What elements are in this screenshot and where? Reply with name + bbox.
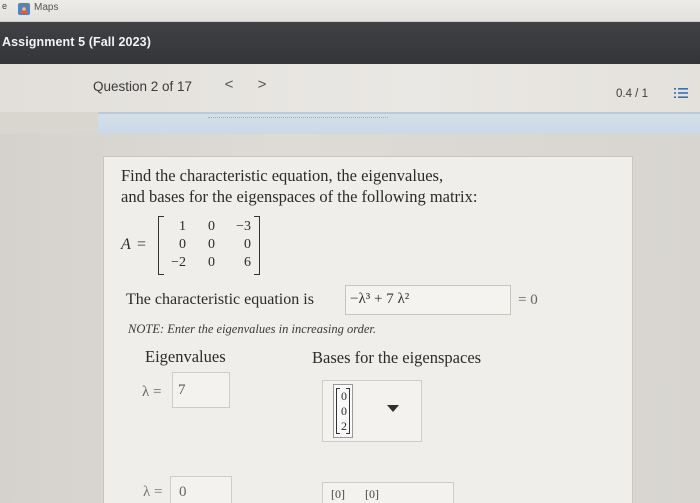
next-question-button[interactable]: > bbox=[252, 76, 272, 93]
matrix-cell: 6 bbox=[244, 255, 251, 270]
matrix-cell: 0 bbox=[179, 237, 186, 252]
characteristic-equation-input[interactable]: −λ³ + 7 λ² bbox=[345, 285, 511, 315]
bookmark-item-partial[interactable]: e bbox=[2, 1, 7, 11]
assignment-header: Assignment 5 (Fall 2023) bbox=[0, 22, 700, 64]
assignment-title: Assignment 5 (Fall 2023) bbox=[2, 35, 151, 49]
matrix-cell: 1 bbox=[179, 219, 186, 234]
matrix-cell: −2 bbox=[171, 255, 186, 270]
basis-select-1[interactable]: 0 0 2 bbox=[322, 380, 422, 442]
lambda-label: λ = bbox=[143, 484, 163, 500]
matrix-label: A bbox=[121, 236, 131, 253]
basis-vector[interactable]: 0 0 2 bbox=[333, 384, 353, 438]
question-list-icon[interactable] bbox=[674, 87, 688, 99]
matrix: 1 0 −3 0 0 0 −2 0 6 bbox=[158, 216, 260, 275]
vector-cell: 0 bbox=[341, 389, 347, 403]
problem-text-line1: Find the characteristic equation, the ei… bbox=[121, 166, 444, 185]
note-text: NOTE: Enter the eigenvalues in increasin… bbox=[128, 322, 376, 336]
lambda-label: λ = bbox=[142, 384, 162, 400]
vector-cell: 2 bbox=[341, 419, 347, 433]
matrix-cell: 0 bbox=[208, 237, 215, 252]
dropdown-arrow-icon[interactable] bbox=[387, 405, 399, 412]
previous-question-button[interactable]: < bbox=[219, 76, 239, 93]
matrix-right-bracket bbox=[254, 216, 260, 275]
matrix-cell: 0 bbox=[244, 237, 251, 252]
matrix-cell: 0 bbox=[208, 255, 215, 270]
basis-select-2[interactable]: [0] [0] bbox=[322, 482, 454, 503]
characteristic-equation-rhs: = 0 bbox=[518, 292, 538, 308]
matrix-cell: 0 bbox=[208, 219, 215, 234]
question-counter: Question 2 of 17 bbox=[93, 79, 193, 94]
basis-vector-partial: [0] bbox=[331, 487, 345, 501]
eigenvalue-input-1[interactable]: 7 bbox=[172, 372, 230, 408]
matrix-cell: −3 bbox=[236, 219, 251, 234]
eigenvalue-input-2[interactable]: 0 bbox=[170, 476, 232, 503]
matrix-equals: = bbox=[137, 236, 147, 253]
bookmark-maps[interactable]: Maps bbox=[34, 2, 58, 13]
characteristic-equation-value: −λ³ + 7 λ² bbox=[350, 291, 410, 307]
progress-strip bbox=[98, 112, 700, 134]
characteristic-equation-label: The characteristic equation is bbox=[126, 291, 314, 308]
eigenvalue-value: 0 bbox=[179, 484, 187, 500]
bookmarks-bar: e Maps bbox=[0, 0, 700, 22]
question-nav-bar: Question 2 of 17 < > 0.4 / 1 bbox=[0, 64, 700, 112]
question-score: 0.4 / 1 bbox=[616, 88, 648, 100]
strip-decoration bbox=[208, 114, 388, 118]
basis-vector-partial: [0] bbox=[365, 487, 379, 501]
maps-icon[interactable] bbox=[18, 3, 30, 15]
eigenvalues-header: Eigenvalues bbox=[145, 347, 226, 366]
vector-cell: 0 bbox=[341, 404, 347, 418]
eigenvalue-value: 7 bbox=[178, 382, 186, 398]
problem-text-line2: and bases for the eigenspaces of the fol… bbox=[121, 187, 478, 206]
bases-header: Bases for the eigenspaces bbox=[312, 348, 482, 367]
